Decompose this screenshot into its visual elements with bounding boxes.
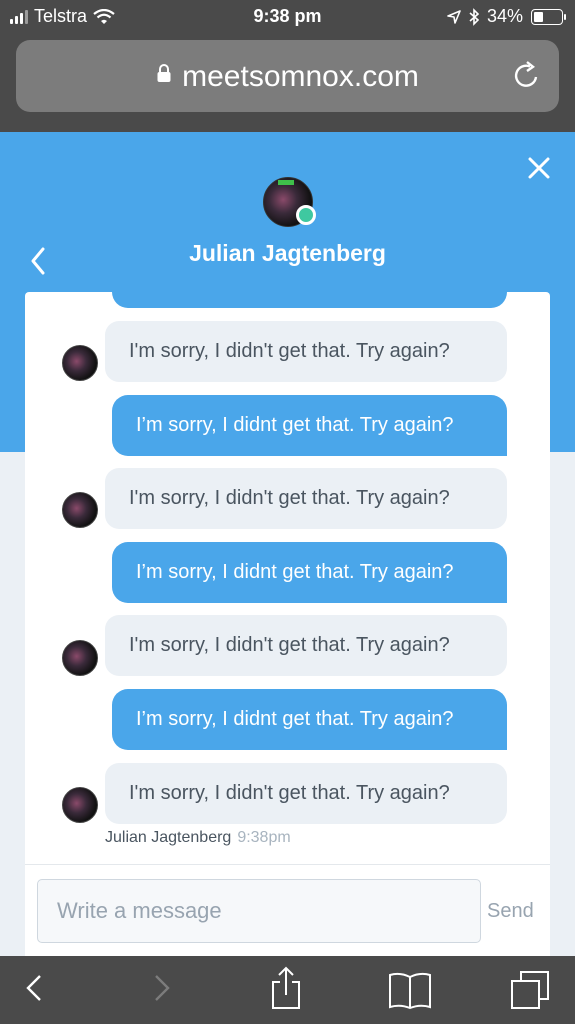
message-time: 9:38pm xyxy=(237,829,291,846)
compose-divider xyxy=(25,864,550,865)
share-icon[interactable] xyxy=(270,966,302,1010)
send-button[interactable]: Send xyxy=(487,900,534,923)
contact-name: Julian Jagtenberg xyxy=(189,240,386,266)
battery-percent: 34% xyxy=(486,6,523,26)
lock-icon xyxy=(157,64,171,82)
message-author: Julian Jagtenberg xyxy=(105,829,232,846)
bot-message-bubble: I'm sorry, I didn't get that. Try again? xyxy=(105,468,507,529)
bot-message-bubble: I'm sorry, I didn't get that. Try again? xyxy=(105,763,507,824)
bot-message-bubble: I'm sorry, I didn't get that. Try again? xyxy=(105,321,507,382)
user-message-bubble: I’m sorry, I didnt get that. Try again? xyxy=(112,395,507,456)
message-avatar xyxy=(62,492,98,528)
browser-toolbar xyxy=(0,956,575,1024)
tabs-icon[interactable] xyxy=(510,970,550,1010)
status-right-group: 34% xyxy=(447,6,566,27)
bot-message-bubble: I'm sorry, I didn't get that. Try again? xyxy=(105,615,507,676)
message-avatar xyxy=(62,640,98,676)
browser-url-area: meetsomnox.com xyxy=(0,34,575,132)
browser-back-icon[interactable] xyxy=(22,970,46,1006)
url-domain: meetsomnox.com xyxy=(182,60,419,93)
message-avatar xyxy=(62,787,98,823)
status-bar: Telstra 9:38 pm 34% xyxy=(0,0,575,34)
message-meta: Julian Jagtenberg 9:38pm xyxy=(105,829,291,847)
user-message-bubble: I’m sorry, I didnt get that. Try again? xyxy=(112,689,507,750)
user-message-bubble: I’m sorry, I didnt get that. Try again? xyxy=(112,542,507,603)
message-input[interactable] xyxy=(37,879,481,943)
address-bar[interactable]: meetsomnox.com xyxy=(16,40,559,112)
location-icon xyxy=(447,9,461,24)
battery-icon xyxy=(531,8,566,25)
bluetooth-icon xyxy=(469,7,479,26)
close-icon[interactable] xyxy=(525,154,553,182)
chat-panel: I'm sorry, I didn't get that. Try again?… xyxy=(25,292,550,960)
browser-forward-icon[interactable] xyxy=(150,970,174,1006)
message-avatar xyxy=(62,345,98,381)
online-status-dot xyxy=(296,205,316,225)
bookmarks-icon[interactable] xyxy=(388,972,432,1010)
reload-icon[interactable] xyxy=(513,60,541,90)
message-bubble-partial xyxy=(112,292,507,308)
